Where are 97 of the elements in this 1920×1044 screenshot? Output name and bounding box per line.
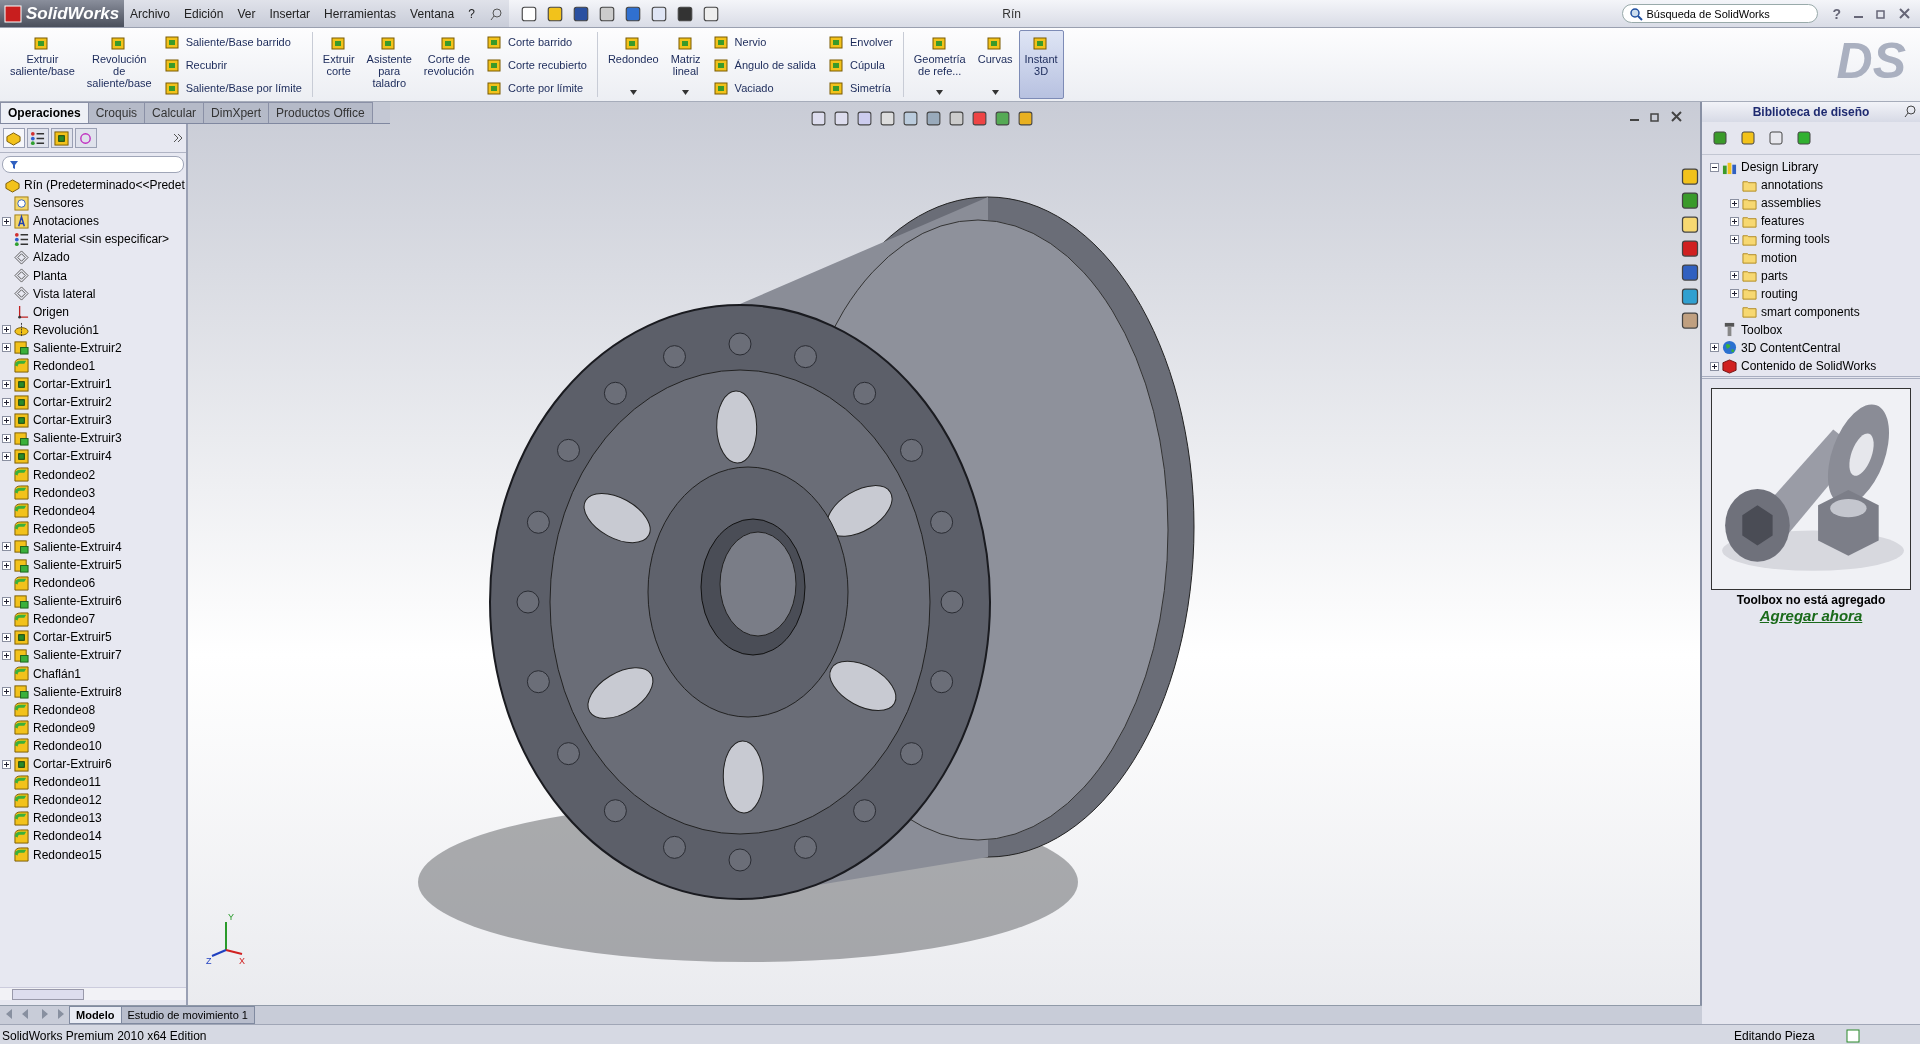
tree-item[interactable]: Cortar-Extruir2 (33, 395, 112, 410)
menu-item[interactable]: ? (468, 6, 475, 21)
ribbon-button[interactable]: Revolución de saliente/base (80, 30, 158, 99)
tree-item[interactable]: assemblies (1761, 196, 1822, 211)
ribbon-button[interactable]: Simetría (827, 78, 893, 97)
tree-item[interactable]: Saliente-Extruir3 (33, 431, 122, 446)
command-tab[interactable]: Productos Office (268, 102, 373, 123)
ribbon-button[interactable]: Envolver (827, 32, 893, 51)
tree-item[interactable]: Planta (33, 268, 68, 283)
tree-item[interactable]: Redondeo2 (33, 467, 96, 482)
add-now-link[interactable]: Agregar ahora (1702, 607, 1920, 624)
tree-item[interactable]: Sensores (33, 196, 84, 211)
panel-title: Biblioteca de diseño (1752, 105, 1870, 119)
tree-item[interactable]: Cortar-Extruir3 (33, 413, 112, 428)
tree-item[interactable]: smart components (1761, 304, 1860, 319)
tree-item[interactable]: Contenido de SolidWorks (1741, 359, 1877, 374)
tree-item[interactable]: Cortar-Extruir5 (33, 630, 112, 645)
tree-item[interactable]: Redondeo10 (33, 738, 102, 753)
ribbon-button[interactable]: Matriz lineal (664, 30, 707, 99)
toolbox-message: Toolbox no está agregado (1735, 593, 1887, 607)
ribbon-button[interactable]: Redondeo (601, 30, 665, 99)
tree-item[interactable]: Saliente-Extruir2 (33, 340, 122, 355)
tree-item[interactable]: Toolbox (1741, 322, 1783, 337)
status-mode: Editando Pieza (1734, 1029, 1816, 1043)
tree-item[interactable]: forming tools (1761, 232, 1830, 247)
tree-item[interactable]: Redondeo5 (33, 521, 96, 536)
axis-triad-drawing: Y Z X (206, 910, 246, 964)
ribbon-button[interactable]: Extruir corte (316, 30, 361, 99)
menu-item[interactable]: Insertar (269, 6, 311, 21)
tree-item[interactable]: Redondeo3 (33, 485, 96, 500)
tree-item[interactable]: Redondeo15 (33, 847, 102, 862)
ribbon-button[interactable]: Extruir saliente/base (4, 30, 81, 99)
model-tab[interactable]: Estudio de movimiento 1 (120, 1006, 255, 1024)
ribbon-button[interactable]: Corte barrido (486, 32, 587, 51)
tree-item[interactable]: routing (1761, 286, 1798, 301)
status-text: SolidWorks Premium 2010 x64 Edition (2, 1029, 207, 1043)
command-tab[interactable]: Croquis (87, 102, 146, 123)
search-field[interactable]: Búsqueda de SolidWorks (1622, 4, 1819, 23)
menu-item[interactable]: Archivo (130, 6, 170, 21)
tree-item[interactable]: parts (1761, 268, 1788, 283)
ribbon-button[interactable]: Nervio (712, 32, 816, 51)
tree-item[interactable]: Saliente-Extruir5 (33, 558, 122, 572)
tree-item[interactable]: Redondeo6 (33, 576, 96, 591)
tree-item[interactable]: Material <sin especificar> (33, 232, 170, 247)
tree-item[interactable]: 3D ContentCentral (1741, 341, 1841, 355)
tree-item[interactable]: Redondeo4 (33, 503, 96, 518)
ribbon-button[interactable]: Recubrir (163, 55, 302, 74)
ribbon-button[interactable]: Vaciado (712, 78, 816, 97)
tree-item[interactable]: Vista lateral (33, 286, 96, 301)
ribbon-button[interactable]: Saliente/Base barrido (163, 32, 302, 51)
tree-item[interactable]: Redondeo8 (33, 702, 96, 717)
ribbon-button[interactable]: Asistente para taladro (360, 30, 418, 99)
ribbon-button[interactable]: Corte por límite (486, 78, 587, 97)
tree-item[interactable]: Cortar-Extruir4 (33, 449, 112, 464)
menu-item[interactable]: Herramientas (324, 6, 397, 21)
tree-item[interactable]: Origen (33, 304, 70, 319)
command-tab[interactable]: Operaciones (0, 102, 89, 123)
tree-item[interactable]: Cortar-Extruir1 (33, 377, 112, 392)
ribbon-button[interactable]: Instant 3D (1018, 30, 1064, 99)
ribbon-button[interactable]: Cúpula (827, 55, 893, 74)
tree-item[interactable]: Chaflán1 (33, 666, 82, 681)
tree-item[interactable]: Design Library (1741, 160, 1819, 175)
tree-item[interactable]: Saliente-Extruir4 (33, 539, 122, 554)
command-tab[interactable]: DimXpert (203, 102, 270, 123)
tree-item[interactable]: Revolución1 (33, 322, 100, 337)
tree-item[interactable]: Redondeo13 (33, 811, 102, 826)
tree-item[interactable]: Cortar-Extruir6 (33, 757, 112, 772)
ribbon-button[interactable]: Ángulo de salida (712, 55, 816, 74)
tree-item[interactable]: Redondeo7 (33, 612, 96, 627)
tree-item[interactable]: motion (1761, 250, 1798, 265)
tree-item[interactable]: Saliente-Extruir8 (33, 684, 122, 699)
tree-item[interactable]: Redondeo12 (33, 793, 102, 808)
tree-item[interactable]: Redondeo1 (33, 359, 96, 373)
command-tab[interactable]: Calcular (144, 102, 205, 123)
tree-item[interactable]: Redondeo14 (33, 829, 102, 844)
tree-item[interactable]: Redondeo11 (33, 775, 101, 790)
ribbon-button[interactable]: Curvas (971, 30, 1019, 99)
ribbon-button[interactable]: Saliente/Base por límite (163, 78, 302, 97)
model-tab[interactable]: Modelo (69, 1006, 122, 1024)
ribbon-button[interactable]: Corte recubierto (486, 55, 587, 74)
ribbon-button[interactable]: Corte de revolución (417, 30, 480, 99)
ribbon-button[interactable]: Geometría de refe... (907, 30, 972, 99)
window-title: Rín (1001, 6, 1022, 21)
tree-item[interactable]: Redondeo9 (33, 720, 96, 735)
tree-item[interactable]: Saliente-Extruir7 (33, 648, 122, 663)
help-button[interactable]: ? (1832, 5, 1841, 22)
tree-item[interactable]: Saliente-Extruir6 (33, 594, 122, 609)
menu-item[interactable]: Edición (184, 6, 224, 21)
tree-item[interactable]: Rín (Predeterminado<<Predet (24, 178, 185, 193)
menu-item[interactable]: Ventana (410, 6, 455, 21)
tree-item[interactable]: Alzado (33, 250, 70, 265)
app-logo-text: SolidWorks (26, 3, 120, 24)
menu-item[interactable]: Ver (237, 6, 256, 21)
tree-item[interactable]: features (1761, 214, 1805, 229)
tree-item[interactable]: annotations (1761, 178, 1824, 193)
tree-item[interactable]: Anotaciones (33, 214, 100, 229)
brand-mark: DS (1836, 32, 1906, 90)
